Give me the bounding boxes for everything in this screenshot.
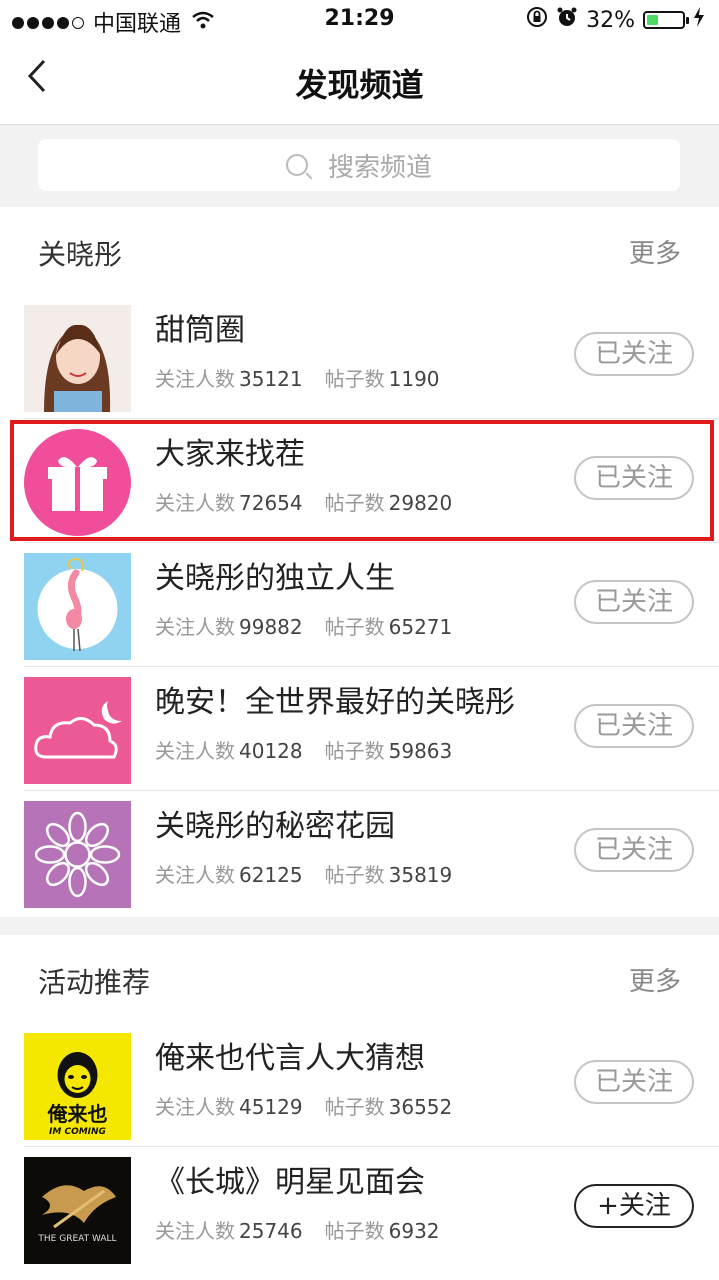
channel-row[interactable]: 大家来找茬 关注人数 72654 帖子数 29820 已关注 xyxy=(0,419,719,543)
nav-bar: 发现频道 xyxy=(0,40,719,125)
posts-count: 6932 xyxy=(388,1219,440,1243)
followers-label: 关注人数 xyxy=(155,491,235,515)
posts-label: 帖子数 xyxy=(324,1095,385,1119)
posts-count: 36552 xyxy=(388,1095,453,1119)
channel-name: 俺来也代言人大猜想 xyxy=(155,1041,425,1076)
battery-icon xyxy=(643,11,689,29)
followers-count: 25746 xyxy=(239,1219,303,1243)
channel-stats: 关注人数 72654 帖子数 29820 xyxy=(155,487,452,516)
channel-stats: 关注人数 35121 帖子数 1190 xyxy=(155,363,440,392)
channel-row[interactable]: THE GREAT WALL 《长城》明星见面会 关注人数 25746 帖子数 693… xyxy=(0,1147,719,1271)
section-header-guanxiaotong: 关晓彤 更多 xyxy=(0,207,719,295)
more-link[interactable]: 更多 xyxy=(629,961,681,998)
channel-name: 大家来找茬 xyxy=(155,437,305,472)
portrait-photo xyxy=(24,305,131,412)
channel-row[interactable]: 晚安！全世界最好的关晓彤 关注人数 40128 帖子数 59863 已关注 xyxy=(0,667,719,791)
channel-stats: 关注人数 99882 帖子数 65271 xyxy=(155,611,452,640)
followed-button[interactable]: 已关注 xyxy=(574,580,694,624)
channel-name: 关晓彤的秘密花园 xyxy=(155,809,395,844)
channel-name: 关晓彤的独立人生 xyxy=(155,561,395,596)
channel-name: 甜筒圈 xyxy=(155,313,245,348)
followed-button[interactable]: 已关注 xyxy=(574,332,694,376)
followers-count: 62125 xyxy=(239,863,303,887)
posts-count: 35819 xyxy=(388,863,453,887)
followed-button[interactable]: 已关注 xyxy=(574,1060,694,1104)
section-divider xyxy=(0,917,719,935)
section-title: 关晓彤 xyxy=(38,238,123,271)
followers-label: 关注人数 xyxy=(155,367,235,391)
channel-thumbnail xyxy=(24,801,131,908)
followers-label: 关注人数 xyxy=(155,615,235,639)
channel-name: 晚安！全世界最好的关晓彤 xyxy=(155,685,515,720)
channel-thumbnail xyxy=(24,677,131,784)
channel-name: 《长城》明星见面会 xyxy=(155,1165,425,1200)
followers-count: 35121 xyxy=(239,367,303,391)
posts-count: 29820 xyxy=(388,491,453,515)
followers-count: 72654 xyxy=(239,491,303,515)
orientation-lock-icon xyxy=(526,6,548,34)
im-coming-logo: 俺来也 IM COMING xyxy=(24,1033,131,1140)
posts-count: 59863 xyxy=(388,739,453,763)
battery-percent: 32% xyxy=(586,7,635,33)
search-placeholder: 搜索频道 xyxy=(327,152,432,183)
channel-stats: 关注人数 25746 帖子数 6932 xyxy=(155,1215,440,1244)
channel-row[interactable]: 甜筒圈 关注人数 35121 帖子数 1190 已关注 xyxy=(0,295,719,419)
channel-stats: 关注人数 40128 帖子数 59863 xyxy=(155,735,452,764)
status-right: 32% xyxy=(526,6,705,34)
channel-row[interactable]: 关晓彤的秘密花园 关注人数 62125 帖子数 35819 已关注 xyxy=(0,791,719,915)
posts-count: 1190 xyxy=(388,367,440,391)
more-link[interactable]: 更多 xyxy=(629,233,681,270)
channel-thumbnail xyxy=(24,429,131,536)
logo-text: THE GREAT WALL xyxy=(37,1234,116,1244)
channel-thumbnail xyxy=(24,305,131,412)
logo-subtext: IM COMING xyxy=(49,1127,106,1137)
gift-icon xyxy=(24,429,131,536)
followers-count: 99882 xyxy=(239,615,303,639)
status-bar: 中国联通 21:29 32% xyxy=(0,0,719,40)
posts-label: 帖子数 xyxy=(324,1219,385,1243)
followers-count: 40128 xyxy=(239,739,303,763)
cloud-moon-icon xyxy=(24,677,131,784)
search-icon xyxy=(285,154,308,176)
channel-thumbnail: 俺来也 IM COMING xyxy=(24,1033,131,1140)
section-header-activities: 活动推荐 更多 xyxy=(0,935,719,1023)
follow-button[interactable]: +关注 xyxy=(574,1184,694,1228)
flower-icon xyxy=(24,801,131,908)
channel-thumbnail xyxy=(24,553,131,660)
channel-row[interactable]: 关晓彤的独立人生 关注人数 99882 帖子数 65271 已关注 xyxy=(0,543,719,667)
followers-label: 关注人数 xyxy=(155,1219,235,1243)
great-wall-logo: THE GREAT WALL xyxy=(24,1157,131,1264)
channel-stats: 关注人数 62125 帖子数 35819 xyxy=(155,859,452,888)
posts-label: 帖子数 xyxy=(324,491,385,515)
followed-button[interactable]: 已关注 xyxy=(574,828,694,872)
flamingo-icon xyxy=(24,553,131,660)
followers-label: 关注人数 xyxy=(155,739,235,763)
search-area: 搜索频道 xyxy=(0,125,719,207)
channel-row[interactable]: 俺来也 IM COMING 俺来也代言人大猜想 关注人数 45129 帖子数 3655… xyxy=(0,1023,719,1147)
posts-label: 帖子数 xyxy=(324,739,385,763)
alarm-icon xyxy=(556,6,578,34)
channel-thumbnail: THE GREAT WALL xyxy=(24,1157,131,1264)
page-title: 发现频道 xyxy=(295,66,424,104)
channel-stats: 关注人数 45129 帖子数 36552 xyxy=(155,1091,452,1120)
followers-label: 关注人数 xyxy=(155,1095,235,1119)
logo-text: 俺来也 xyxy=(47,1102,108,1126)
followed-button[interactable]: 已关注 xyxy=(574,456,694,500)
charging-icon xyxy=(693,7,705,33)
search-input[interactable]: 搜索频道 xyxy=(38,139,680,191)
posts-label: 帖子数 xyxy=(324,367,385,391)
posts-label: 帖子数 xyxy=(324,863,385,887)
followed-button[interactable]: 已关注 xyxy=(574,704,694,748)
section-title: 活动推荐 xyxy=(38,966,151,999)
posts-count: 65271 xyxy=(388,615,453,639)
followers-count: 45129 xyxy=(239,1095,303,1119)
followers-label: 关注人数 xyxy=(155,863,235,887)
posts-label: 帖子数 xyxy=(324,615,385,639)
